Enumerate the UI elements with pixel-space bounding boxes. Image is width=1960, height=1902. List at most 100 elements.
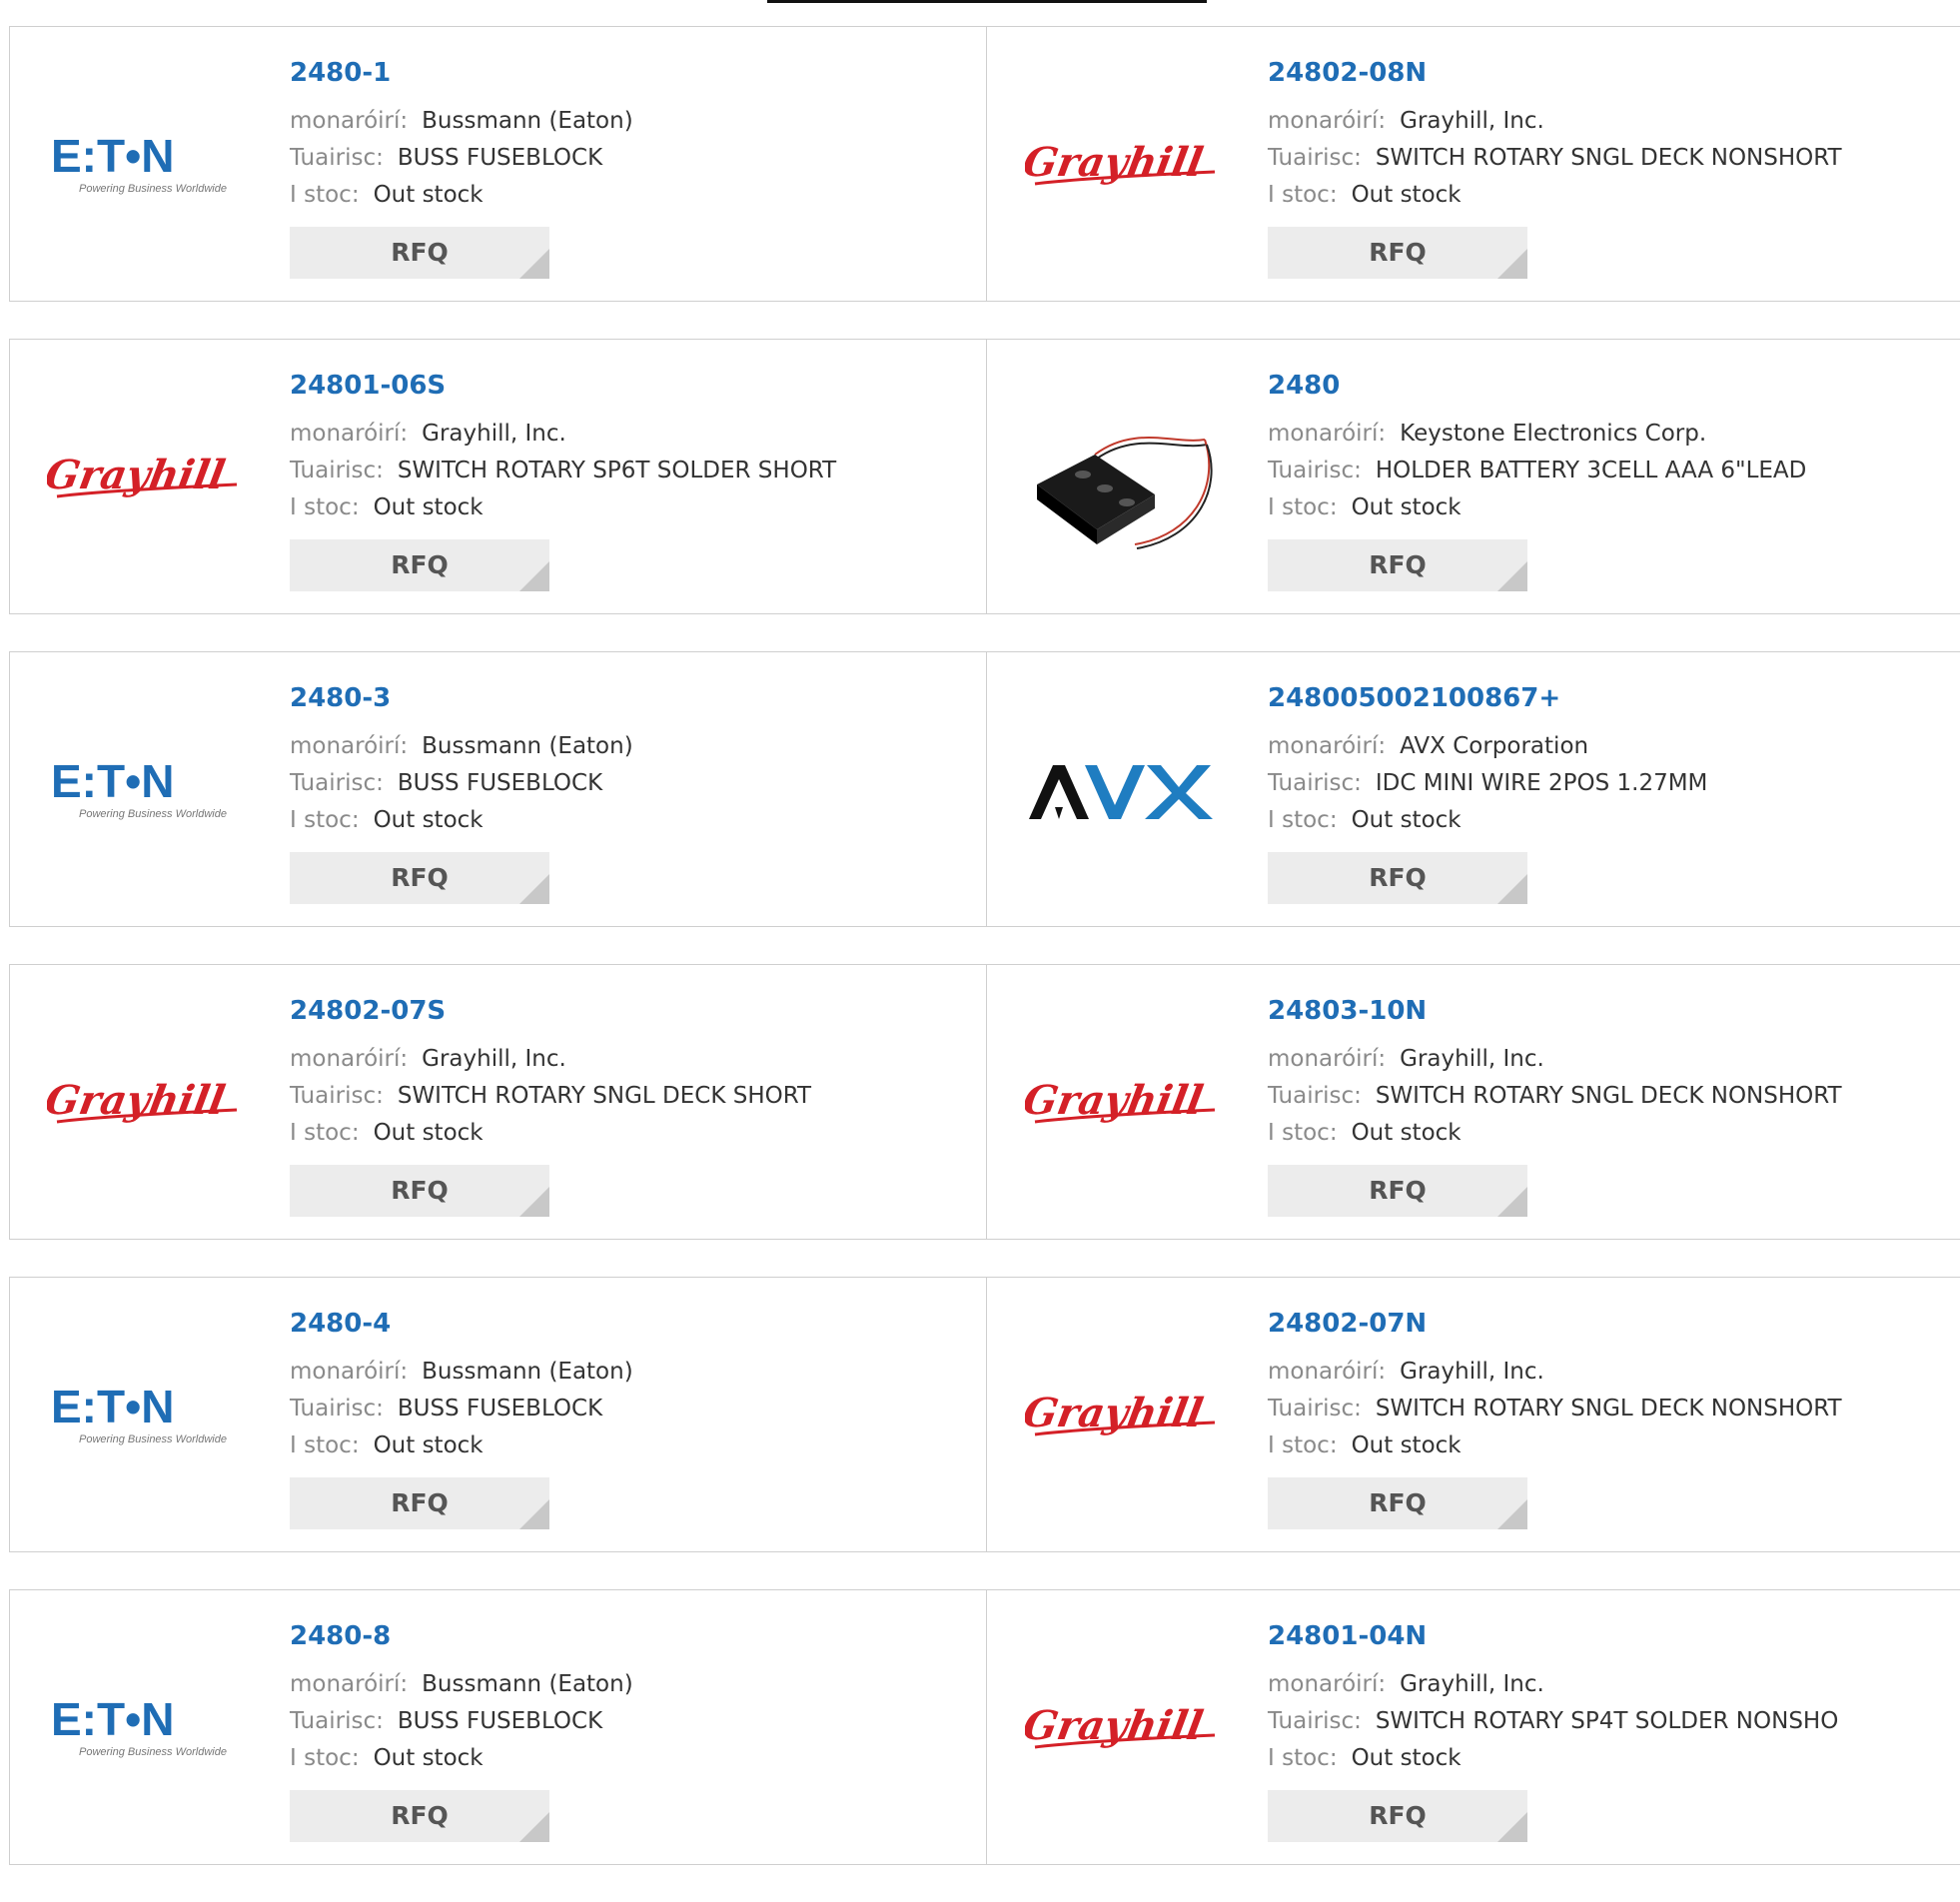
rfq-corner-decoration xyxy=(1497,1812,1527,1842)
stock-label: I stoc: xyxy=(290,494,360,520)
part-number-link[interactable]: 24801-04N xyxy=(1268,1620,1838,1652)
rfq-corner-decoration xyxy=(1497,1187,1527,1217)
manufacturer-logo[interactable]: Grayhill xyxy=(1025,1635,1225,1825)
stock-line: I stoc: Out stock xyxy=(1268,802,1707,839)
stock-value: Out stock xyxy=(1351,807,1462,833)
rfq-button[interactable]: RFQ xyxy=(290,1165,549,1217)
stock-line: I stoc: Out stock xyxy=(1268,177,1842,214)
rfq-button[interactable]: RFQ xyxy=(1268,1477,1527,1529)
manufacturer-value: Grayhill, Inc. xyxy=(1400,1671,1544,1697)
part-number-link[interactable]: 24801-06S xyxy=(290,370,836,402)
rfq-corner-decoration xyxy=(519,1812,549,1842)
manufacturer-value: Grayhill, Inc. xyxy=(1400,1359,1544,1385)
description-value: IDC MINI WIRE 2POS 1.27MM xyxy=(1375,770,1708,796)
part-number-link[interactable]: 2480-4 xyxy=(290,1308,633,1340)
product-info: 2480-8 monaróirí: Bussmann (Eaton) Tuairi… xyxy=(290,1620,633,1777)
manufacturer-line: monaróirí: Grayhill, Inc. xyxy=(1268,1666,1838,1703)
stock-line: I stoc: Out stock xyxy=(290,489,836,526)
eaton-logo-icon: E:T•NPowering Business Worldwide xyxy=(51,132,227,195)
rfq-button[interactable]: RFQ xyxy=(1268,539,1527,591)
part-number-link[interactable]: 24803-10N xyxy=(1268,995,1842,1027)
product-card: Grayhill 24802-07S monaróirí: Grayhill, I… xyxy=(9,965,986,1239)
rfq-corner-decoration xyxy=(519,874,549,904)
stock-line: I stoc: Out stock xyxy=(1268,489,1806,526)
part-number-link[interactable]: 2480-3 xyxy=(290,682,633,714)
product-row: E:T•N Powering Business Worldwide 2480-4 … xyxy=(9,1277,1960,1552)
part-number-link[interactable]: 2480 xyxy=(1268,370,1806,402)
product-card: E:T•N Powering Business Worldwide 2480-1 … xyxy=(9,27,986,301)
manufacturer-line: monaróirí: Bussmann (Eaton) xyxy=(290,728,633,765)
part-number-link[interactable]: 24802-07S xyxy=(290,995,811,1027)
stock-value: Out stock xyxy=(373,182,484,208)
rfq-button[interactable]: RFQ xyxy=(290,852,549,904)
stock-label: I stoc: xyxy=(1268,494,1338,520)
description-line: Tuairisc: SWITCH ROTARY SNGL DECK NONSHOR… xyxy=(1268,1078,1842,1115)
manufacturer-logo[interactable]: Grayhill xyxy=(1025,1323,1225,1512)
description-label: Tuairisc: xyxy=(290,1396,384,1422)
rfq-button[interactable]: RFQ xyxy=(290,1790,549,1842)
rfq-button[interactable]: RFQ xyxy=(1268,227,1527,279)
rfq-button[interactable]: RFQ xyxy=(290,227,549,279)
manufacturer-logo[interactable]: Grayhill xyxy=(1025,1010,1225,1200)
product-info: 2480-4 monaróirí: Bussmann (Eaton) Tuairi… xyxy=(290,1308,633,1464)
product-info: 24802-07S monaróirí: Grayhill, Inc. Tuair… xyxy=(290,995,811,1152)
manufacturer-logo[interactable]: E:T•N Powering Business Worldwide xyxy=(47,72,247,262)
rfq-label: RFQ xyxy=(1369,1176,1427,1205)
product-info: 2480-1 monaróirí: Bussmann (Eaton) Tuairi… xyxy=(290,57,633,214)
product-info: 248005002100867+ monaróirí: AVX Corporati… xyxy=(1268,682,1707,839)
manufacturer-logo[interactable]: Grayhill xyxy=(47,385,247,574)
stock-label: I stoc: xyxy=(1268,1432,1338,1458)
manufacturer-line: monaróirí: Grayhill, Inc. xyxy=(1268,1041,1842,1078)
rfq-button[interactable]: RFQ xyxy=(1268,1790,1527,1842)
product-info: 24801-04N monaróirí: Grayhill, Inc. Tuair… xyxy=(1268,1620,1838,1777)
manufacturer-value: Grayhill, Inc. xyxy=(1400,108,1544,134)
manufacturer-label: monaróirí: xyxy=(1268,421,1387,447)
manufacturer-logo[interactable]: E:T•N Powering Business Worldwide xyxy=(47,1323,247,1512)
manufacturer-label: monaróirí: xyxy=(290,1671,409,1697)
grayhill-logo-icon: Grayhill xyxy=(1025,1076,1216,1124)
manufacturer-line: monaróirí: Bussmann (Eaton) xyxy=(290,1666,633,1703)
product-card: E:T•N Powering Business Worldwide 2480-8 … xyxy=(9,1590,986,1864)
product-card: Grayhill 24803-10N monaróirí: Grayhill, I… xyxy=(987,965,1960,1239)
stock-label: I stoc: xyxy=(290,1432,360,1458)
description-line: Tuairisc: SWITCH ROTARY SNGL DECK NONSHOR… xyxy=(1268,140,1842,177)
manufacturer-logo[interactable] xyxy=(1025,697,1225,887)
part-number-link[interactable]: 24802-07N xyxy=(1268,1308,1842,1340)
eaton-logo-icon: E:T•NPowering Business Worldwide xyxy=(51,1695,227,1758)
manufacturer-logo[interactable]: Grayhill xyxy=(47,1010,247,1200)
description-line: Tuairisc: SWITCH ROTARY SP4T SOLDER NONSH… xyxy=(1268,1703,1838,1740)
rfq-label: RFQ xyxy=(1369,550,1427,579)
manufacturer-line: monaróirí: Grayhill, Inc. xyxy=(1268,103,1842,140)
product-card: Grayhill 24801-04N monaróirí: Grayhill, I… xyxy=(987,1590,1960,1864)
product-grid: E:T•N Powering Business Worldwide 2480-1 … xyxy=(9,26,1960,1902)
part-number-link[interactable]: 2480-1 xyxy=(290,57,633,89)
description-value: SWITCH ROTARY SNGL DECK NONSHORT xyxy=(1375,1396,1842,1422)
manufacturer-logo[interactable]: E:T•N Powering Business Worldwide xyxy=(47,697,247,887)
stock-line: I stoc: Out stock xyxy=(1268,1740,1838,1777)
stock-label: I stoc: xyxy=(290,807,360,833)
eaton-logo-tagline: Powering Business Worldwide xyxy=(79,1433,227,1445)
rfq-corner-decoration xyxy=(1497,249,1527,279)
description-value: BUSS FUSEBLOCK xyxy=(397,770,603,796)
rfq-button[interactable]: RFQ xyxy=(290,539,549,591)
eaton-logo-text: E:T•N xyxy=(51,1695,174,1745)
manufacturer-line: monaróirí: AVX Corporation xyxy=(1268,728,1707,765)
manufacturer-logo[interactable] xyxy=(1025,385,1225,574)
part-number-link[interactable]: 24802-08N xyxy=(1268,57,1842,89)
manufacturer-logo[interactable]: Grayhill xyxy=(1025,72,1225,262)
rfq-button[interactable]: RFQ xyxy=(1268,1165,1527,1217)
part-number-link[interactable]: 248005002100867+ xyxy=(1268,682,1707,714)
product-info: 24803-10N monaróirí: Grayhill, Inc. Tuair… xyxy=(1268,995,1842,1152)
manufacturer-value: Grayhill, Inc. xyxy=(422,1046,566,1072)
eaton-logo-text: E:T•N xyxy=(51,132,174,182)
part-number-link[interactable]: 2480-8 xyxy=(290,1620,633,1652)
rfq-button[interactable]: RFQ xyxy=(1268,852,1527,904)
rfq-label: RFQ xyxy=(391,1488,449,1517)
rfq-button[interactable]: RFQ xyxy=(290,1477,549,1529)
manufacturer-logo[interactable]: E:T•N Powering Business Worldwide xyxy=(47,1635,247,1825)
manufacturer-label: monaróirí: xyxy=(1268,1046,1387,1072)
rfq-label: RFQ xyxy=(1369,238,1427,267)
rfq-label: RFQ xyxy=(1369,1801,1427,1830)
rfq-corner-decoration xyxy=(519,1499,549,1529)
description-value: SWITCH ROTARY SNGL DECK NONSHORT xyxy=(1375,1083,1842,1109)
